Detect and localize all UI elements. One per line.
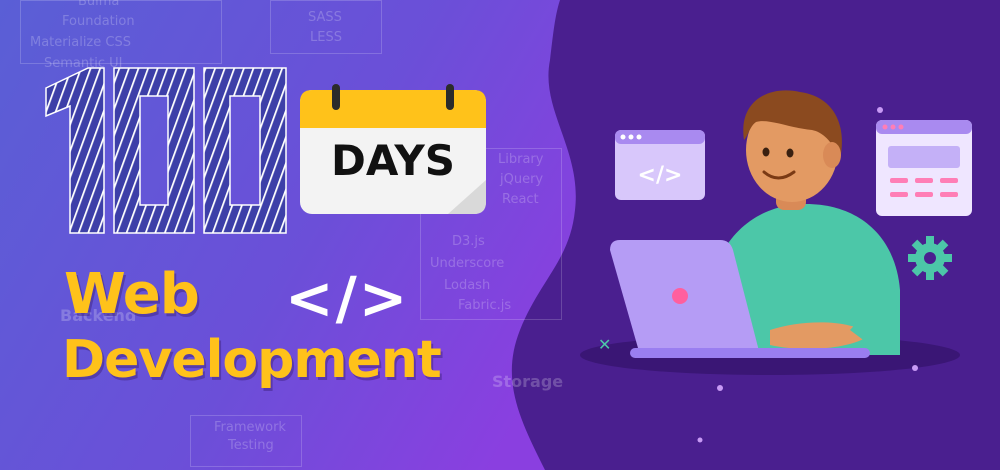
svg-text:✕: ✕ bbox=[598, 335, 611, 354]
browser-code-symbol: </> bbox=[638, 163, 683, 188]
form-window-icon bbox=[876, 120, 972, 216]
gear-icon bbox=[908, 236, 952, 280]
developer-illustration: ✕ </> bbox=[580, 90, 972, 443]
web-dev-banner: Bulma Foundation Materialize CSS Semanti… bbox=[0, 0, 1000, 470]
browser-code-window-icon: </> bbox=[615, 130, 705, 200]
